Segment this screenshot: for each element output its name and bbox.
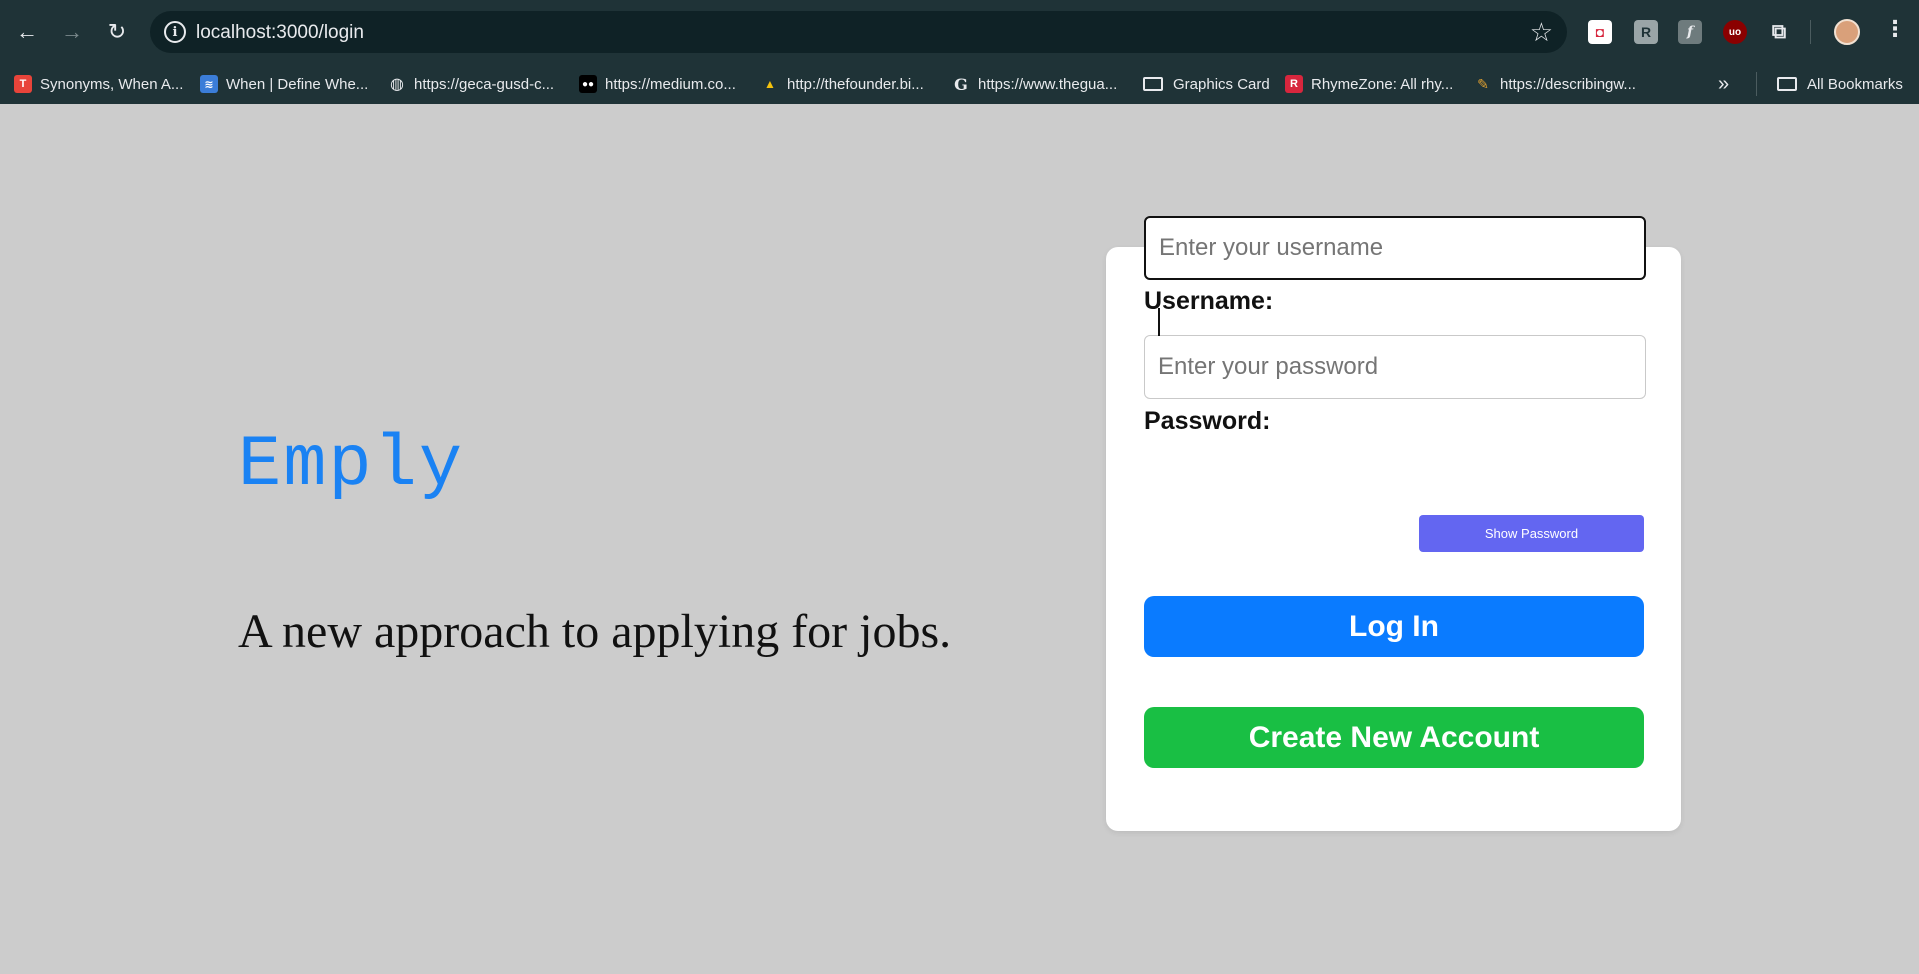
reload-icon[interactable]: ↻ bbox=[102, 17, 132, 47]
login-page: Emply A new approach to applying for job… bbox=[0, 104, 1919, 974]
login-card: Username: Password: Show Password Log In… bbox=[1106, 216, 1681, 831]
address-bar[interactable]: i localhost:3000/login ☆ bbox=[150, 11, 1567, 53]
browser-menu-icon[interactable]: ⋮ bbox=[1884, 16, 1906, 42]
pocket-extension-icon[interactable]: ◘ bbox=[1588, 20, 1612, 44]
password-input[interactable] bbox=[1144, 335, 1646, 399]
forward-icon[interactable]: → bbox=[57, 17, 87, 47]
bookmark-label: When | Define Whe... bbox=[226, 75, 369, 93]
bookmark-item[interactable]: ●● https://medium.co... bbox=[579, 74, 736, 94]
site-info-icon[interactable]: i bbox=[164, 21, 186, 43]
bookmark-label: RhymeZone: All rhy... bbox=[1311, 75, 1454, 93]
address-url[interactable]: localhost:3000/login bbox=[196, 22, 364, 44]
username-label: Username: bbox=[1144, 287, 1274, 315]
ublock-extension-icon[interactable]: uo bbox=[1723, 20, 1747, 44]
describingwords-icon: ✎ bbox=[1477, 75, 1489, 92]
browser-chrome: ← → ↻ i localhost:3000/login ☆ ◘ R f uo … bbox=[0, 0, 1919, 104]
bookmark-star-icon[interactable]: ☆ bbox=[1530, 17, 1553, 48]
bookmark-label: https://describingw... bbox=[1500, 75, 1636, 93]
bookmark-item[interactable]: ≋ When | Define Whe... bbox=[200, 74, 368, 94]
bookmark-label: https://geca-gusd-c... bbox=[414, 75, 555, 93]
login-button[interactable]: Log In bbox=[1144, 596, 1644, 657]
password-label: Password: bbox=[1144, 407, 1271, 435]
username-input[interactable] bbox=[1144, 216, 1646, 280]
browser-toolbar: ← → ↻ i localhost:3000/login ☆ ◘ R f uo … bbox=[0, 0, 1919, 64]
folder-icon bbox=[1777, 77, 1797, 91]
bookmark-label: http://thefounder.bi... bbox=[787, 75, 924, 93]
globe-icon: ◍ bbox=[390, 76, 404, 93]
bookmarks-separator bbox=[1756, 72, 1757, 96]
bookmark-item[interactable]: ✎ https://describingw... bbox=[1474, 74, 1636, 94]
bookmark-folder-graphics-card[interactable]: Graphics Card bbox=[1143, 74, 1270, 94]
guardian-icon: G bbox=[954, 74, 968, 94]
show-password-button[interactable]: Show Password bbox=[1419, 515, 1644, 552]
extensions-puzzle-icon[interactable]: ⧉ bbox=[1767, 20, 1791, 44]
font-extension-icon[interactable]: f bbox=[1678, 20, 1702, 44]
bookmark-label: Synonyms, When A... bbox=[40, 75, 184, 93]
dictionary-icon: ≋ bbox=[200, 75, 218, 93]
tagline: A new approach to applying for jobs. bbox=[238, 605, 952, 658]
more-bookmarks-icon[interactable]: » bbox=[1718, 72, 1730, 95]
bookmark-item[interactable]: ◍ https://geca-gusd-c... bbox=[388, 74, 554, 94]
folder-icon bbox=[1143, 77, 1163, 91]
bookmark-item[interactable]: T Synonyms, When A... bbox=[14, 74, 183, 94]
profile-avatar[interactable] bbox=[1834, 19, 1860, 45]
bookmark-label: Graphics Card bbox=[1173, 75, 1270, 93]
medium-icon: ●● bbox=[579, 75, 597, 93]
create-account-button[interactable]: Create New Account bbox=[1144, 707, 1644, 768]
more-bookmarks-glyph: » bbox=[1718, 72, 1730, 95]
bookmark-label: https://medium.co... bbox=[605, 75, 736, 93]
back-icon[interactable]: ← bbox=[12, 17, 42, 47]
bookmarks-bar: T Synonyms, When A... ≋ When | Define Wh… bbox=[0, 64, 1919, 104]
toolbar-separator bbox=[1810, 20, 1811, 44]
bookmark-item[interactable]: ▲ http://thefounder.bi... bbox=[761, 74, 924, 94]
all-bookmarks-button[interactable]: All Bookmarks bbox=[1777, 74, 1903, 94]
r-extension-icon[interactable]: R bbox=[1634, 20, 1658, 44]
rhymezone-icon: R bbox=[1285, 75, 1303, 93]
text-cursor bbox=[1158, 308, 1160, 336]
brand-logo-text: Emply bbox=[238, 424, 465, 506]
bookmark-item[interactable]: G https://www.thegua... bbox=[952, 74, 1117, 94]
all-bookmarks-label: All Bookmarks bbox=[1807, 75, 1903, 93]
founder-icon: ▲ bbox=[764, 77, 776, 91]
bookmark-item[interactable]: R RhymeZone: All rhy... bbox=[1285, 74, 1453, 94]
thesaurus-icon: T bbox=[14, 75, 32, 93]
bookmark-label: https://www.thegua... bbox=[978, 75, 1118, 93]
